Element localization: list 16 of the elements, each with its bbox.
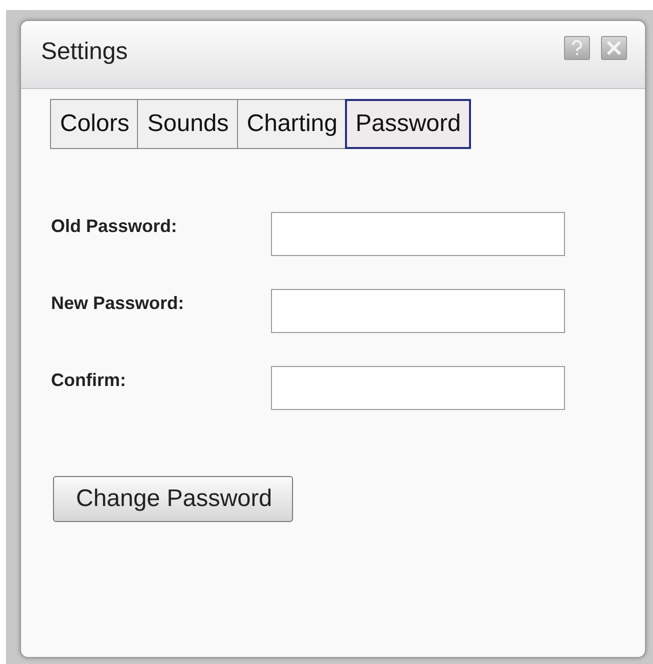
field-label: New Password: [51, 293, 186, 314]
close-icon [606, 40, 622, 56]
password-field[interactable] [271, 212, 565, 256]
password-field[interactable] [271, 289, 565, 333]
change-password-button[interactable]: Change Password [53, 476, 294, 522]
tab[interactable]: Sounds [137, 99, 238, 149]
help-button[interactable] [564, 36, 590, 60]
field-label: Confirm: [51, 370, 127, 391]
tab[interactable]: Charting [236, 99, 346, 149]
close-button[interactable] [601, 36, 627, 60]
window-title: Settings [41, 38, 129, 66]
question-mark-icon [571, 40, 583, 56]
field-label: Old Password: [51, 216, 178, 237]
password-field[interactable] [271, 366, 565, 410]
tab[interactable]: Colors [50, 99, 138, 149]
tab[interactable]: Password [345, 99, 471, 149]
